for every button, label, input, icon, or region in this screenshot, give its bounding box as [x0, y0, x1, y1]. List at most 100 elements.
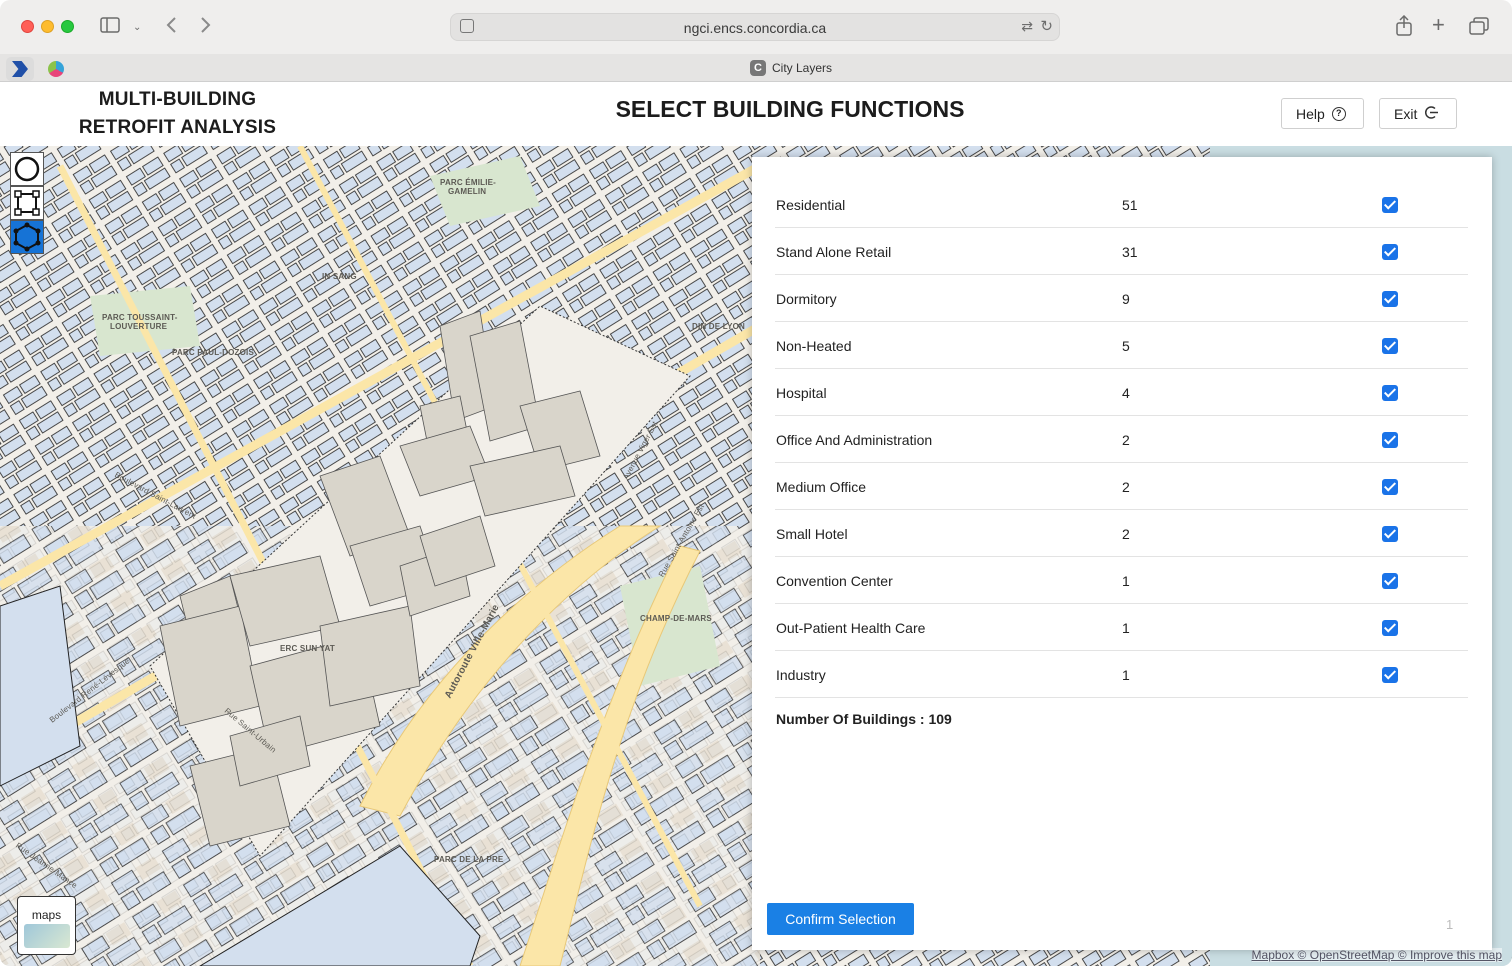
function-name: Non-Heated [776, 338, 852, 354]
address-bar[interactable]: ngci.encs.concordia.ca ⇄ ↻ [450, 13, 1060, 41]
function-name: Dormitory [776, 291, 837, 307]
map-label-park-emilie: PARC ÉMILIE- [440, 178, 497, 187]
question-circle-icon: ? [1331, 106, 1346, 121]
basemap-switcher[interactable]: maps [17, 896, 76, 955]
minimize-window-button[interactable] [41, 20, 54, 33]
sidebar-toggle-icon[interactable] [100, 17, 120, 37]
map-label-champ-de-mars: CHAMP-DE-MARS [640, 614, 712, 623]
function-name: Medium Office [776, 479, 866, 495]
function-name: Hospital [776, 385, 827, 401]
tab-title: City Layers [772, 61, 833, 75]
function-checkbox[interactable] [1382, 291, 1398, 307]
function-count: 2 [1122, 432, 1130, 448]
favicon-icon: C [750, 60, 766, 76]
function-checkbox[interactable] [1382, 244, 1398, 260]
pinned-tab-2[interactable] [42, 57, 70, 81]
rectangle-icon [14, 190, 40, 216]
function-name: Industry [776, 667, 826, 683]
page-number: 1 [1446, 917, 1454, 932]
map-label-park-toussaint: PARC TOUSSAINT- [102, 313, 178, 322]
new-tab-icon[interactable]: + [1432, 14, 1445, 36]
function-checkbox[interactable] [1382, 479, 1398, 495]
list-item: Stand Alone Retail 31 [775, 228, 1468, 275]
map-label-gamelin: GAMELIN [448, 187, 487, 196]
back-arrow-icon[interactable] [165, 16, 177, 38]
function-count: 1 [1122, 667, 1130, 683]
map-label-in-sang: IN SANG [322, 272, 357, 281]
function-name: Office And Administration [776, 432, 933, 448]
pinned-tab-1[interactable] [6, 57, 34, 81]
building-total: Number Of Buildings : 109 [776, 711, 952, 727]
function-name: Stand Alone Retail [776, 244, 892, 260]
fullscreen-window-button[interactable] [61, 20, 74, 33]
url-text: ngci.encs.concordia.ca [683, 20, 827, 36]
function-checkbox[interactable] [1382, 526, 1398, 542]
functions-list: Residential 51 Stand Alone Retail 31 Dormi… [775, 181, 1468, 698]
reload-icon[interactable]: ↻ [1040, 17, 1053, 35]
function-checkbox[interactable] [1382, 197, 1398, 213]
confirm-selection-button[interactable]: Confirm Selection [767, 903, 914, 935]
tab-overview-icon[interactable] [1469, 17, 1489, 39]
list-item: Small Hotel 2 [775, 510, 1468, 557]
list-item: Convention Center 1 [775, 557, 1468, 604]
function-count: 2 [1122, 479, 1130, 495]
app-header: MULTI-BUILDING RETROFIT ANALYSIS SELECT … [0, 82, 1512, 146]
function-name: Residential [776, 197, 846, 213]
list-item: Industry 1 [775, 651, 1468, 698]
help-button[interactable]: Help ? [1281, 98, 1364, 129]
draw-polygon-tool[interactable] [10, 220, 44, 254]
polygon-icon [13, 222, 41, 252]
app-logo-icon [12, 61, 28, 77]
function-count: 51 [1122, 197, 1138, 213]
function-checkbox[interactable] [1382, 432, 1398, 448]
function-name: Small Hotel [776, 526, 848, 542]
function-checkbox[interactable] [1382, 667, 1398, 683]
map-label-parc-de-la-pre: PARC DE LA PRE [434, 855, 504, 864]
browser-window: ⌄ ngci.encs.concordia.ca ⇄ ↻ + C City La… [0, 0, 1512, 966]
exit-label: Exit [1394, 105, 1418, 122]
map-label-lyon: DIN DE LYON [692, 322, 746, 331]
draw-circle-tool[interactable] [10, 152, 44, 186]
tab-bar: C City Layers [0, 54, 1512, 82]
list-item: Residential 51 [775, 181, 1468, 228]
help-label: Help [1296, 105, 1325, 122]
list-item: Non-Heated 5 [775, 322, 1468, 369]
function-name: Convention Center [776, 573, 893, 589]
function-checkbox[interactable] [1382, 338, 1398, 354]
function-count: 1 [1122, 620, 1130, 636]
list-item: Out-Patient Health Care 1 [775, 604, 1468, 651]
function-count: 1 [1122, 573, 1130, 589]
function-name: Out-Patient Health Care [776, 620, 926, 636]
map-label-park-paul-dozois: PARC PAUL-DOZOIS [172, 348, 255, 357]
map-attribution[interactable]: Mapbox © OpenStreetMap © Improve this ma… [1251, 948, 1502, 962]
draw-rectangle-tool[interactable] [10, 186, 44, 220]
function-checkbox[interactable] [1382, 573, 1398, 589]
page-title: SELECT BUILDING FUNCTIONS [615, 96, 965, 122]
exit-button[interactable]: Exit [1379, 98, 1457, 129]
function-checkbox[interactable] [1382, 385, 1398, 401]
browser-toolbar: ⌄ ngci.encs.concordia.ca ⇄ ↻ + [0, 0, 1512, 54]
list-item: Hospital 4 [775, 369, 1468, 416]
share-icon[interactable] [1395, 14, 1413, 41]
chevron-down-icon[interactable]: ⌄ [133, 18, 141, 38]
app-title-line1: MULTI-BUILDING [98, 89, 257, 110]
map-label-sun-yat: ERC SUN YAT [280, 644, 335, 653]
logout-icon [1424, 105, 1439, 123]
close-window-button[interactable] [21, 20, 34, 33]
translate-icon[interactable]: ⇄ [1021, 18, 1033, 35]
function-count: 5 [1122, 338, 1130, 354]
basemap-label: maps [31, 908, 62, 922]
list-item: Dormitory 9 [775, 275, 1468, 322]
app-title: MULTI-BUILDING RETROFIT ANALYSIS [60, 86, 295, 142]
circle-icon [14, 156, 40, 182]
forward-arrow-icon[interactable] [200, 16, 212, 38]
building-functions-panel: Residential 51 Stand Alone Retail 31 Dormi… [752, 157, 1492, 950]
map-label-louverture: LOUVERTURE [110, 322, 168, 331]
function-checkbox[interactable] [1382, 620, 1398, 636]
function-count: 2 [1122, 526, 1130, 542]
list-item: Office And Administration 2 [775, 416, 1468, 463]
function-count: 4 [1122, 385, 1130, 401]
basemap-thumbnail [24, 924, 70, 948]
app-logo-icon [48, 61, 64, 77]
list-item: Medium Office 2 [775, 463, 1468, 510]
